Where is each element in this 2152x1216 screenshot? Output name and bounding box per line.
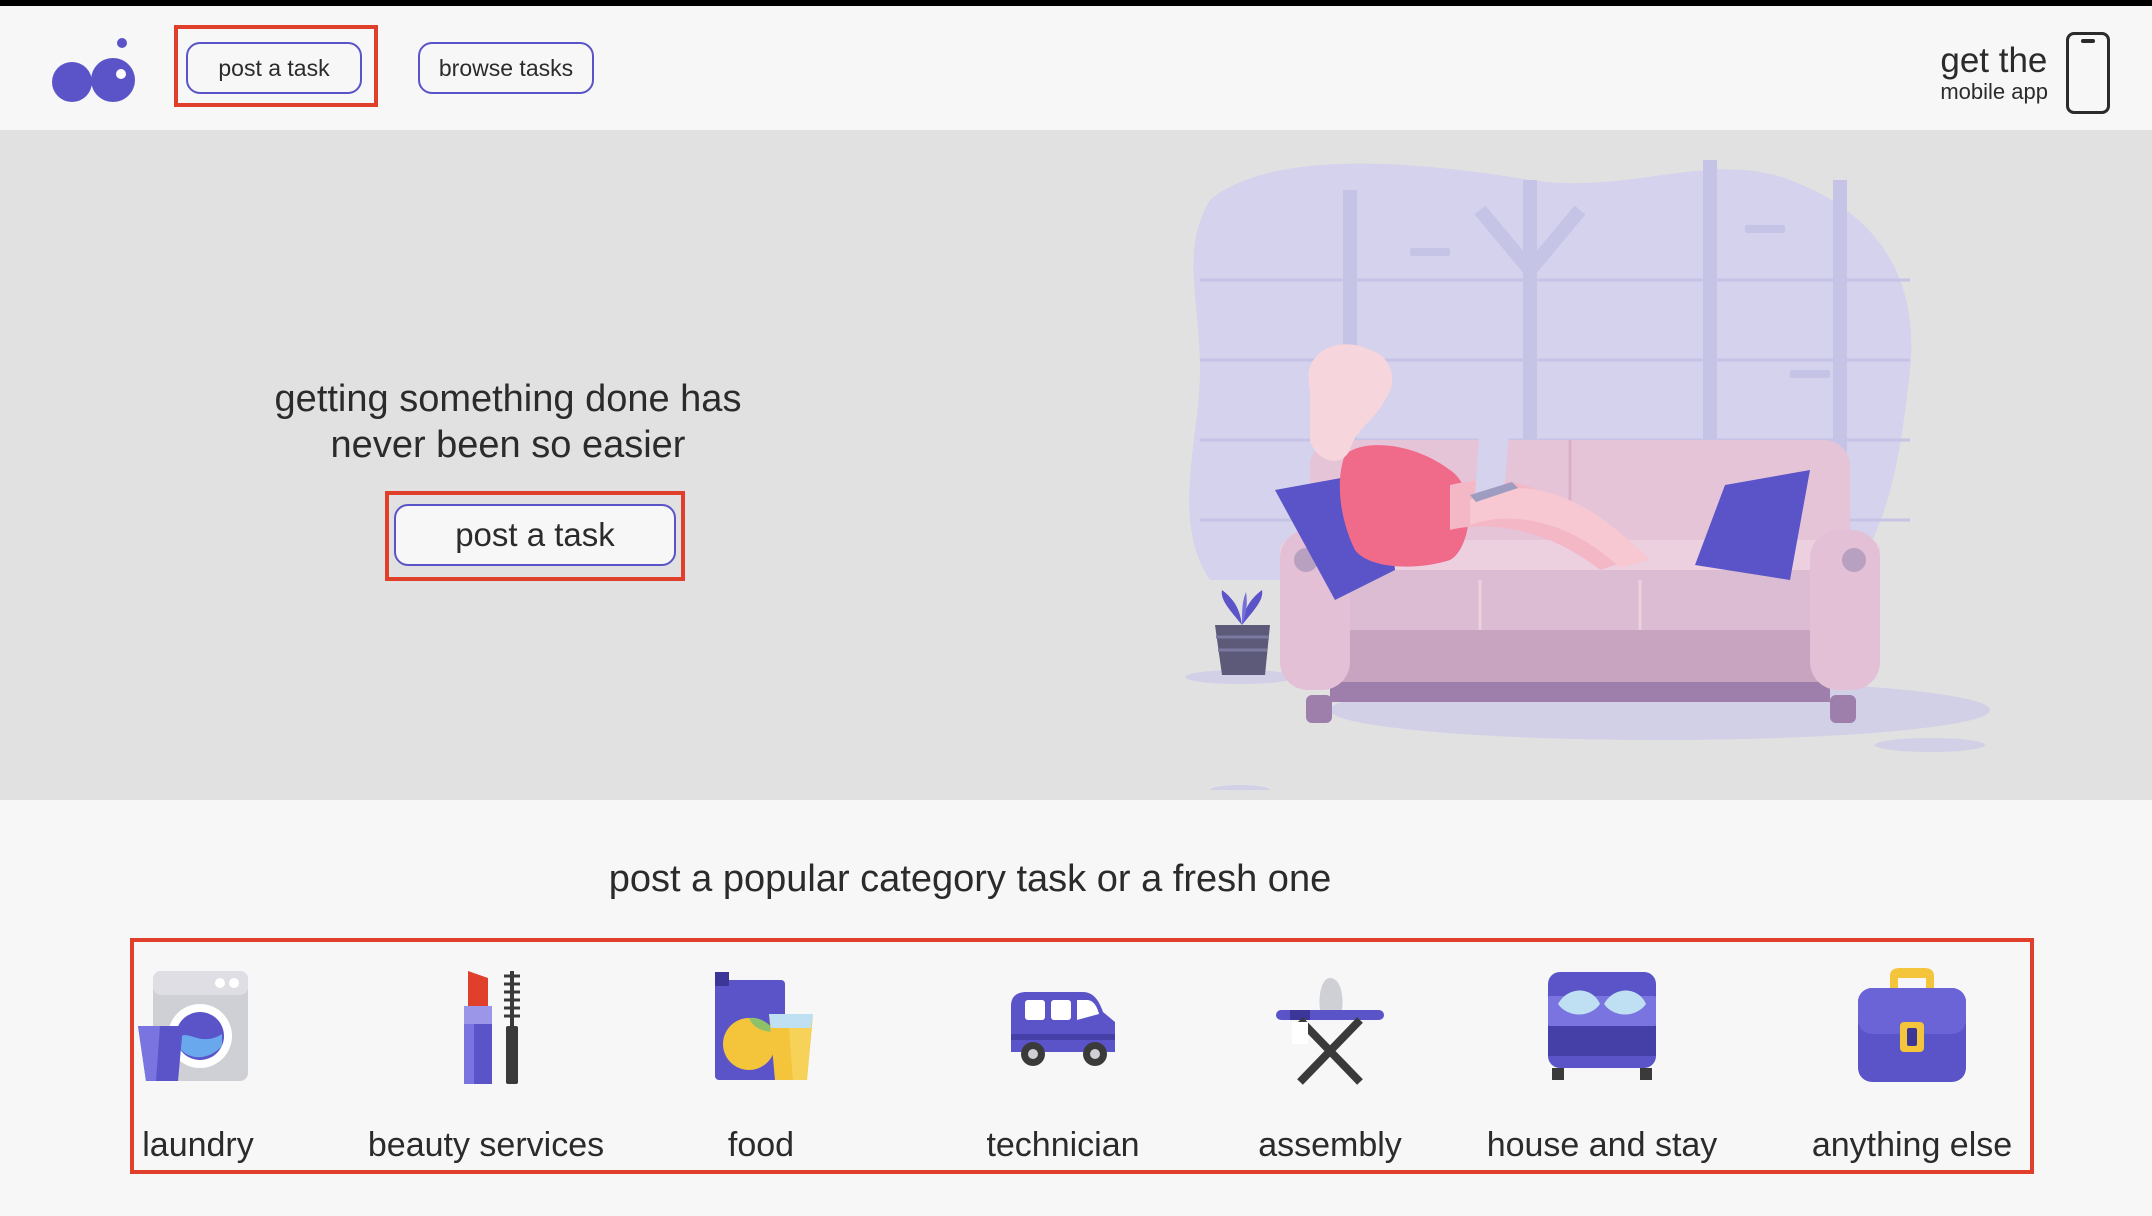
app-logo-icon[interactable] (50, 36, 140, 106)
category-food[interactable]: food (701, 966, 821, 1165)
couch-illustration-icon (1185, 160, 1990, 790)
hero-title-line1: getting something done has (274, 378, 742, 420)
ironing-board-icon (1276, 978, 1384, 1085)
category-label: technician (986, 1126, 1140, 1164)
category-label: food (727, 1126, 795, 1164)
app-promo-line1: get the (1940, 41, 2048, 80)
briefcase-icon (1858, 968, 1966, 1082)
van-icon (1011, 992, 1115, 1066)
category-label: beauty services (367, 1126, 605, 1164)
mobile-app-promo[interactable]: get the mobile app (1940, 32, 2110, 114)
category-label: house and stay (1486, 1126, 1718, 1164)
category-label: assembly (1258, 1126, 1402, 1164)
categories-title: post a popular category task or a fresh … (608, 858, 1332, 900)
category-label: anything else (1811, 1126, 2013, 1164)
hero-title: getting something done has never been so… (208, 376, 808, 468)
browse-tasks-button[interactable]: browse tasks (418, 42, 594, 94)
bed-icon (1548, 972, 1656, 1080)
phone-icon (2066, 32, 2110, 114)
category-laundry[interactable]: laundry (138, 966, 258, 1165)
lipstick-mascara-icon (464, 971, 520, 1084)
category-technician[interactable]: technician (978, 966, 1148, 1165)
category-beauty-services[interactable]: beauty services (366, 966, 606, 1165)
category-anything-else[interactable]: anything else (1802, 966, 2022, 1165)
post-task-button-hero[interactable]: post a task (394, 504, 676, 566)
app-promo-line2: mobile app (1940, 79, 2048, 104)
hero-section: getting something done has never been so… (0, 130, 2152, 800)
hero-title-line2: never been so easier (330, 424, 686, 466)
category-assembly[interactable]: assembly (1250, 966, 1410, 1165)
category-label: laundry (142, 1126, 254, 1164)
category-house-and-stay[interactable]: house and stay (1482, 966, 1722, 1165)
food-icon (715, 972, 813, 1080)
header: post a task browse tasks get the mobile … (0, 6, 2152, 130)
categories-row: laundry beauty services food technician … (130, 938, 2034, 1174)
washing-machine-icon (138, 971, 248, 1081)
post-task-button-header[interactable]: post a task (186, 42, 362, 94)
